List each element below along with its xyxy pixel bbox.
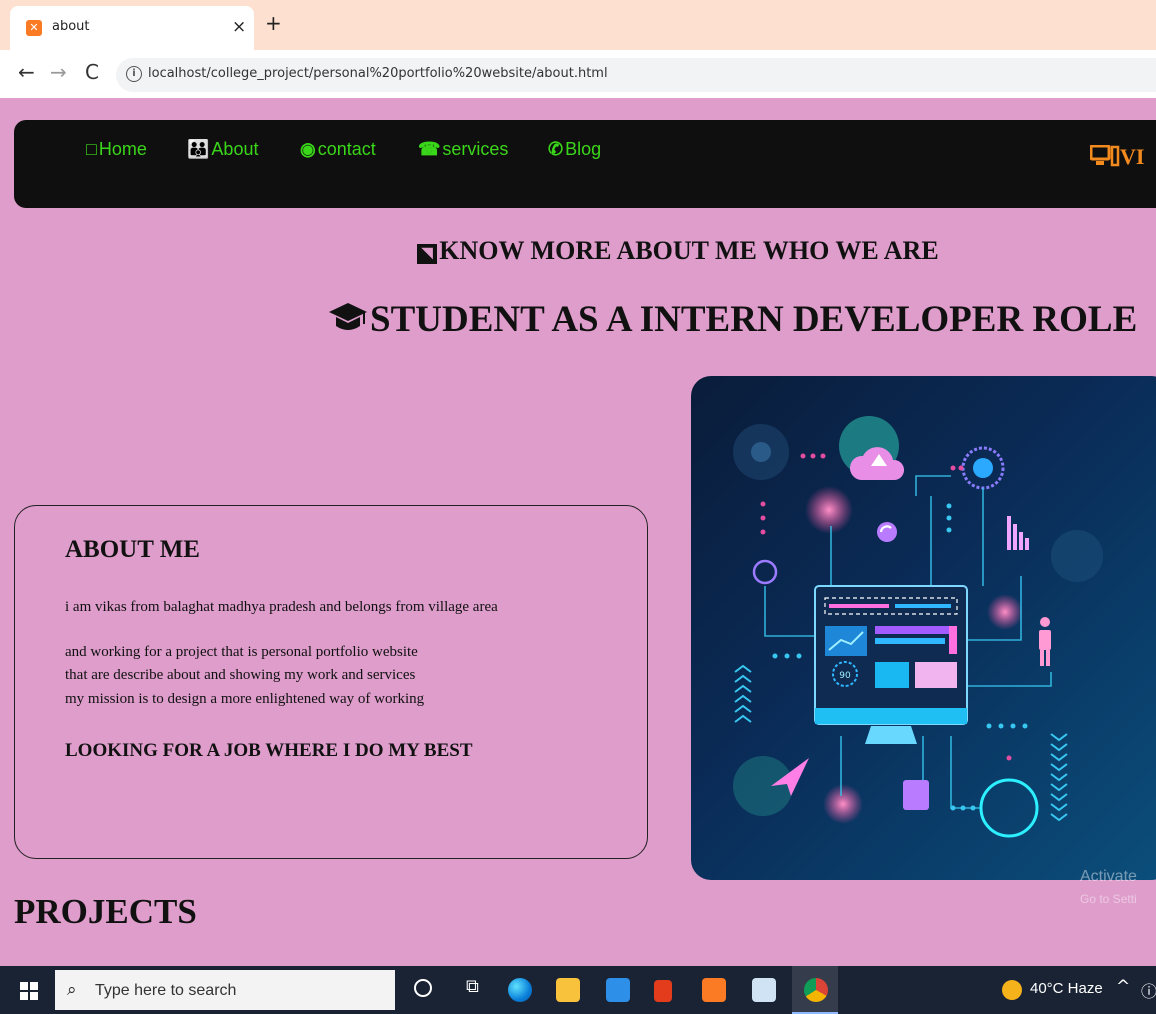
browser-toolbar: ← → C i localhost/college_project/person… bbox=[0, 50, 1156, 98]
search-placeholder: Type here to search bbox=[95, 982, 237, 999]
monitor-icon: 90 bbox=[814, 585, 968, 744]
nav-link-label: contact bbox=[317, 139, 376, 159]
person-icon bbox=[1039, 617, 1051, 666]
about-me-card: ABOUT ME i am vikas from balaghat madhya… bbox=[14, 505, 648, 859]
file-explorer-icon[interactable] bbox=[556, 978, 580, 1002]
mail-icon[interactable] bbox=[606, 978, 630, 1002]
graduation-cap-icon bbox=[329, 303, 367, 330]
headline-text: STUDENT AS A INTERN DEVELOPER ROLE bbox=[370, 299, 1138, 340]
xampp-icon: ✕ bbox=[26, 20, 42, 36]
weather-haze-icon[interactable] bbox=[1002, 980, 1022, 1000]
users-icon: 👪 bbox=[187, 139, 210, 159]
nav-link-label: services bbox=[442, 139, 509, 159]
task-view-icon[interactable]: ⧉ bbox=[466, 976, 479, 997]
edge-icon[interactable] bbox=[508, 978, 532, 1002]
xampp-icon[interactable] bbox=[702, 978, 726, 1002]
chevron-up-icon[interactable]: ^ bbox=[1116, 977, 1130, 997]
nav-link-home[interactable]: □ Home bbox=[86, 139, 147, 160]
about-title: ABOUT ME bbox=[65, 536, 200, 563]
search-icon: ⌕ bbox=[67, 980, 77, 1000]
watermark-line: Go to Setti bbox=[1080, 892, 1137, 906]
folder-icon bbox=[903, 780, 929, 810]
svg-text:90: 90 bbox=[839, 671, 851, 681]
activate-windows-watermark: Activate Go to Setti bbox=[1080, 866, 1137, 910]
watermark-line: Activate bbox=[1080, 868, 1137, 885]
nav-link-services[interactable]: ☎ services bbox=[418, 139, 508, 160]
nav-link-blog[interactable]: ✆ Blog bbox=[548, 139, 601, 160]
browser-tab-about[interactable]: ✕ about × bbox=[10, 6, 254, 50]
home-icon: □ bbox=[86, 139, 97, 159]
back-button[interactable]: ← bbox=[18, 60, 35, 84]
nav-link-about[interactable]: 👪 About bbox=[187, 139, 258, 160]
windows-taskbar: ⌕ Type here to search ⧉ 40°C Haze ^ ⓘ bbox=[0, 966, 1156, 1014]
chrome-icon[interactable] bbox=[804, 978, 828, 1002]
weather-text[interactable]: 40°C Haze bbox=[1030, 980, 1103, 997]
rss-icon: ◥ bbox=[417, 244, 438, 264]
brand-logo[interactable]: VI bbox=[1089, 144, 1145, 170]
about-text-line: i am vikas from balaghat madhya pradesh … bbox=[65, 599, 498, 615]
tab-title: about bbox=[52, 19, 90, 34]
page-headline: STUDENT AS A INTERN DEVELOPER ROLE bbox=[328, 298, 1137, 341]
handshake-icon: ☎ bbox=[418, 139, 441, 159]
sync-icon bbox=[877, 522, 897, 542]
site-navbar: □ Home 👪 About ◉ contact ☎ services ✆ Blog VI bbox=[14, 120, 1156, 208]
taskbar-search-input[interactable]: ⌕ Type here to search bbox=[55, 970, 395, 1010]
tech-illustration: 90 bbox=[733, 416, 1103, 838]
projects-heading: PROJECTS bbox=[14, 892, 197, 931]
computer-icon bbox=[1089, 144, 1120, 167]
subheading-text: KNOW MORE ABOUT ME WHO WE ARE bbox=[439, 236, 939, 265]
network-icon[interactable]: ⓘ bbox=[1141, 978, 1156, 1002]
forward-button[interactable]: → bbox=[50, 60, 67, 84]
cortana-icon[interactable] bbox=[414, 979, 432, 997]
nav-link-contact[interactable]: ◉ contact bbox=[300, 139, 376, 160]
notepad-icon[interactable] bbox=[752, 978, 776, 1002]
browser-tab-strip: ✕ about × + bbox=[0, 0, 1156, 50]
brand-text: VI bbox=[1120, 144, 1145, 169]
office-icon[interactable] bbox=[654, 980, 672, 1002]
new-tab-button[interactable]: + bbox=[265, 11, 282, 35]
address-bar[interactable]: i localhost/college_project/personal%20p… bbox=[116, 58, 1156, 92]
url-text[interactable]: localhost/college_project/personal%20por… bbox=[148, 66, 608, 81]
contact-icon: ◉ bbox=[300, 139, 316, 159]
about-text-line: my mission is to design a more enlighten… bbox=[65, 691, 425, 707]
windows-start-icon[interactable] bbox=[20, 982, 38, 1000]
section-subheading: ◥ KNOW MORE ABOUT ME WHO WE ARE bbox=[0, 236, 1156, 266]
reload-button[interactable]: C bbox=[85, 60, 99, 84]
about-text-line: and working for a project that is person… bbox=[65, 644, 418, 660]
nav-link-label: Home bbox=[98, 139, 147, 159]
nav-link-label: Blog bbox=[565, 139, 602, 159]
phone-icon: ✆ bbox=[548, 139, 564, 159]
career-goal: LOOKING FOR A JOB WHERE I DO MY BEST bbox=[65, 740, 473, 761]
hero-illustration: 90 bbox=[691, 376, 1156, 880]
page-content: □ Home 👪 About ◉ contact ☎ services ✆ Blog VI… bbox=[0, 98, 1156, 966]
nav-link-label: About bbox=[211, 139, 259, 159]
about-text-line: that are describe about and showing my w… bbox=[65, 667, 416, 683]
info-icon[interactable]: i bbox=[126, 66, 142, 82]
close-tab-icon[interactable]: × bbox=[232, 17, 246, 37]
